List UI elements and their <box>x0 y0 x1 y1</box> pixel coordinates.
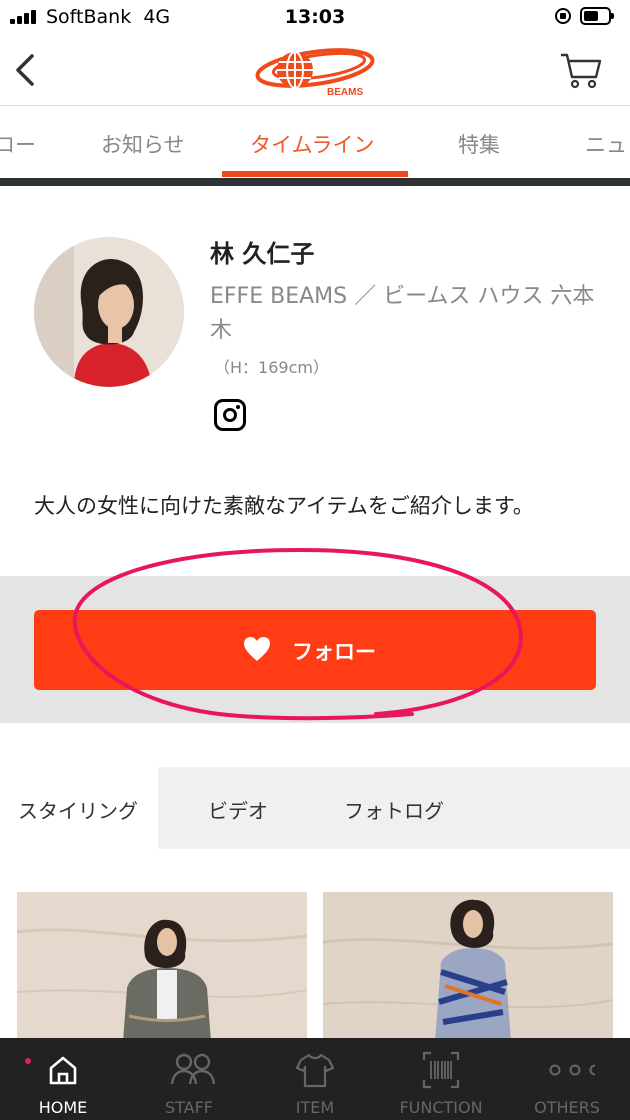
shop-name: EFFE BEAMS ／ ビームス ハウス 六本木 <box>210 284 595 343</box>
rotation-lock-icon <box>555 8 571 24</box>
styling-thumbnail[interactable] <box>17 892 307 1042</box>
top-tabs: ロー お知らせ タイムライン 特集 ニュ <box>0 107 630 179</box>
nav-item[interactable]: ITEM <box>252 1038 378 1120</box>
tab-indicator <box>222 171 408 177</box>
tab-feature[interactable]: 特集 <box>458 129 500 159</box>
more-icon <box>549 1064 595 1076</box>
follow-button[interactable]: フォロー <box>34 610 596 690</box>
divider <box>0 178 630 186</box>
nav-home[interactable]: HOME <box>0 1038 126 1120</box>
staff-icon <box>170 1053 215 1085</box>
tshirt-icon <box>295 1053 335 1088</box>
follow-label: フォロー <box>292 640 376 664</box>
profile-bio: 大人の女性に向けた素敵なアイテムをご紹介します。 <box>34 494 534 518</box>
content-tabs: スタイリング ビデオ フォトログ <box>0 767 630 849</box>
tab-news[interactable]: お知らせ <box>101 129 185 159</box>
battery-icon <box>580 7 614 25</box>
tab-video[interactable]: ビデオ <box>158 767 298 849</box>
staff-height: （H：169cm） <box>214 358 329 377</box>
svg-text:BEAMS: BEAMS <box>327 87 363 98</box>
bottom-nav: HOME STAFF ITEM FUNCTION OTHERS <box>0 1038 630 1120</box>
app-header: BEAMS <box>0 36 630 106</box>
avatar <box>34 237 184 387</box>
tab-timeline[interactable]: タイムライン <box>250 129 375 159</box>
tab-follow[interactable]: ロー <box>0 129 36 159</box>
nav-others[interactable]: OTHERS <box>504 1038 630 1120</box>
staff-name: 林 久仁子 <box>210 240 315 268</box>
barcode-icon <box>422 1051 460 1089</box>
status-bar: SoftBank 4G 13:03 <box>0 0 630 36</box>
nav-function[interactable]: FUNCTION <box>378 1038 504 1120</box>
chevron-left-icon[interactable] <box>10 50 42 90</box>
clock: 13:03 <box>284 6 346 28</box>
nav-staff[interactable]: STAFF <box>126 1038 252 1120</box>
instagram-icon[interactable] <box>214 399 246 431</box>
styling-thumbnail[interactable] <box>323 892 613 1042</box>
beams-logo[interactable]: BEAMS <box>255 40 375 100</box>
home-icon <box>49 1056 77 1085</box>
tab-styling[interactable]: スタイリング <box>0 767 158 849</box>
tab-new[interactable]: ニュ <box>585 129 627 159</box>
tab-photolog[interactable]: フォトログ <box>298 767 630 849</box>
cart-icon[interactable] <box>558 50 602 90</box>
heart-icon <box>244 637 270 661</box>
notification-dot <box>25 1058 31 1064</box>
